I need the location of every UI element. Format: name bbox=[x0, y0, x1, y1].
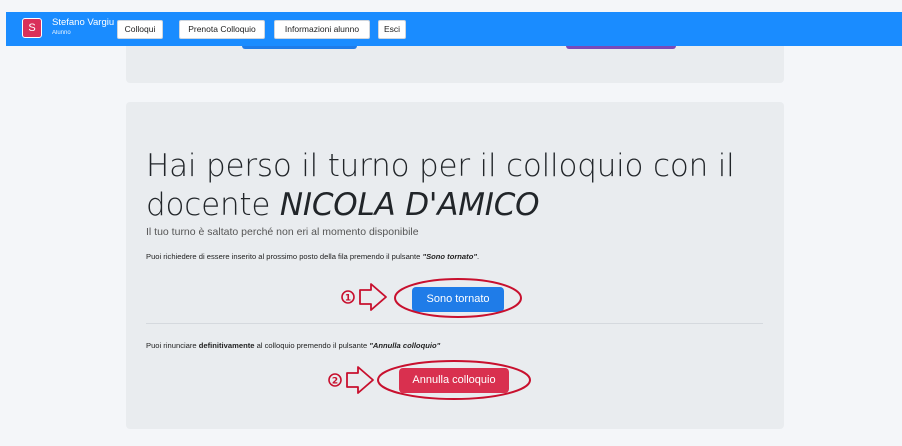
nav-button-prenota-colloquio[interactable]: Prenota Colloquio bbox=[179, 20, 265, 39]
navbar: S Stefano Vargiu Alunno Colloqui Prenota… bbox=[6, 12, 902, 46]
page: S Stefano Vargiu Alunno Colloqui Prenota… bbox=[0, 0, 902, 446]
cancel-instructions-text-2: al colloquio premendo il pulsante bbox=[254, 341, 370, 350]
user-avatar[interactable]: S bbox=[22, 18, 42, 38]
user-name: Stefano Vargiu bbox=[52, 17, 115, 28]
nav-button-esci[interactable]: Esci bbox=[378, 20, 406, 39]
rejoin-instructions: Puoi richiedere di essere inserito al pr… bbox=[146, 252, 479, 261]
missed-turn-card: Hai perso il turno per il colloquio con … bbox=[126, 102, 784, 429]
previous-card-button-edge bbox=[566, 46, 676, 49]
divider bbox=[146, 323, 763, 324]
rejoin-instructions-end: . bbox=[476, 252, 480, 261]
user-role: Alunno bbox=[52, 30, 71, 36]
cancel-instructions-emphasis: definitivamente bbox=[198, 341, 255, 350]
page-title: Hai perso il turno per il colloquio con … bbox=[146, 147, 766, 225]
cancel-instructions: Puoi rinunciare definitivamente al collo… bbox=[146, 341, 440, 350]
nav-button-informazioni-alunno[interactable]: Informazioni alunno bbox=[274, 20, 370, 39]
previous-card-button-edge bbox=[242, 46, 357, 49]
previous-card bbox=[126, 46, 784, 83]
sono-tornato-button[interactable]: Sono tornato bbox=[412, 287, 504, 312]
cancel-instructions-button-name: "Annulla colloquio" bbox=[369, 341, 441, 350]
rejoin-instructions-text: Puoi richiedere di essere inserito al pr… bbox=[146, 252, 423, 261]
cancel-instructions-text: Puoi rinunciare bbox=[146, 341, 199, 350]
turn-skipped-message: Il tuo turno è saltato perché non eri al… bbox=[146, 226, 419, 238]
teacher-name: NICOLA D'AMICO bbox=[279, 187, 540, 223]
nav-button-colloqui[interactable]: Colloqui bbox=[117, 20, 163, 39]
rejoin-instructions-button-name: "Sono tornato" bbox=[422, 252, 477, 261]
annulla-colloquio-button[interactable]: Annulla colloquio bbox=[399, 368, 509, 393]
